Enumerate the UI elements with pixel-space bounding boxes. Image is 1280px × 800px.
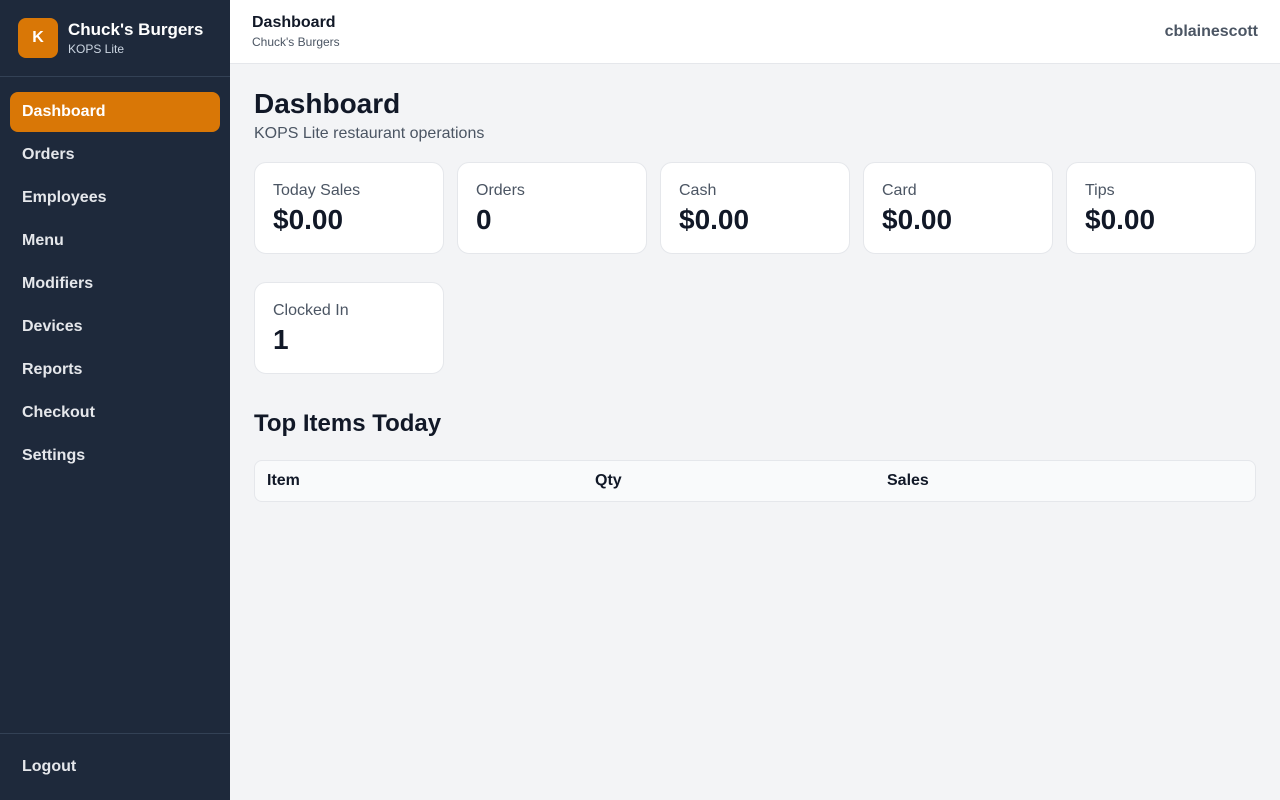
column-header-qty[interactable]: Qty bbox=[595, 472, 887, 490]
page-subtitle: KOPS Lite restaurant operations bbox=[254, 125, 485, 142]
stat-card-tips: Tips $0.00 bbox=[1066, 162, 1256, 254]
topbar-titles: Dashboard Chuck's Burgers bbox=[252, 13, 340, 51]
topbar: Dashboard Chuck's Burgers cblainescott bbox=[230, 0, 1280, 64]
stat-value: $0.00 bbox=[679, 204, 750, 235]
sidebar-item-devices[interactable]: Devices bbox=[10, 307, 220, 347]
stat-value: $0.00 bbox=[1085, 204, 1156, 235]
top-items-table-header: Item Qty Sales bbox=[254, 460, 1256, 502]
stat-label: Clocked In bbox=[273, 302, 349, 319]
stat-value: 0 bbox=[476, 204, 492, 235]
main-area: Dashboard Chuck's Burgers cblainescott D… bbox=[230, 0, 1280, 800]
stat-card-today-sales: Today Sales $0.00 bbox=[254, 162, 444, 254]
sidebar-item-dashboard[interactable]: Dashboard bbox=[10, 92, 220, 132]
sidebar-item-menu[interactable]: Menu bbox=[10, 221, 220, 261]
brand-subtitle: KOPS Lite bbox=[68, 42, 125, 56]
stat-card-clocked-in: Clocked In 1 bbox=[254, 282, 444, 374]
stat-label: Orders bbox=[476, 182, 525, 199]
sidebar-item-employees[interactable]: Employees bbox=[10, 178, 220, 218]
stat-card-cash: Cash $0.00 bbox=[660, 162, 850, 254]
stat-cards: Today Sales $0.00 Orders 0 Cash $0.00 Ca… bbox=[254, 162, 1256, 374]
sidebar-nav: Dashboard Orders Employees Menu Modifier… bbox=[0, 77, 230, 733]
stat-value: 1 bbox=[273, 324, 289, 355]
stat-card-card: Card $0.00 bbox=[863, 162, 1053, 254]
brand-name: Chuck's Burgers bbox=[68, 20, 204, 39]
topbar-subtitle: Chuck's Burgers bbox=[252, 34, 340, 49]
app-shell: K Chuck's Burgers KOPS Lite Dashboard Or… bbox=[0, 0, 1280, 800]
stat-label: Cash bbox=[679, 182, 717, 199]
content: Dashboard KOPS Lite restaurant operation… bbox=[230, 64, 1280, 502]
stat-card-orders: Orders 0 bbox=[457, 162, 647, 254]
sidebar-item-settings[interactable]: Settings bbox=[10, 436, 220, 476]
stat-value: $0.00 bbox=[273, 204, 344, 235]
sidebar-item-reports[interactable]: Reports bbox=[10, 350, 220, 390]
user-menu[interactable]: cblainescott bbox=[1165, 23, 1258, 41]
top-items-title: Top Items Today bbox=[254, 410, 442, 437]
sidebar-item-modifiers[interactable]: Modifiers bbox=[10, 264, 220, 304]
stat-label: Card bbox=[882, 182, 917, 199]
brand-header: K Chuck's Burgers KOPS Lite bbox=[0, 0, 230, 77]
sidebar-item-orders[interactable]: Orders bbox=[10, 135, 220, 175]
topbar-title: Dashboard bbox=[252, 13, 336, 31]
stat-label: Today Sales bbox=[273, 182, 361, 199]
brand-logo: K bbox=[18, 18, 58, 58]
stat-value: $0.00 bbox=[882, 204, 953, 235]
sidebar-footer: Logout bbox=[0, 733, 230, 800]
sidebar-item-checkout[interactable]: Checkout bbox=[10, 393, 220, 433]
stat-label: Tips bbox=[1085, 182, 1115, 199]
page-title: Dashboard bbox=[254, 88, 401, 119]
column-header-item[interactable]: Item bbox=[255, 472, 595, 490]
sidebar: K Chuck's Burgers KOPS Lite Dashboard Or… bbox=[0, 0, 230, 800]
column-header-sales[interactable]: Sales bbox=[887, 472, 1255, 490]
logout-button[interactable]: Logout bbox=[22, 758, 76, 776]
